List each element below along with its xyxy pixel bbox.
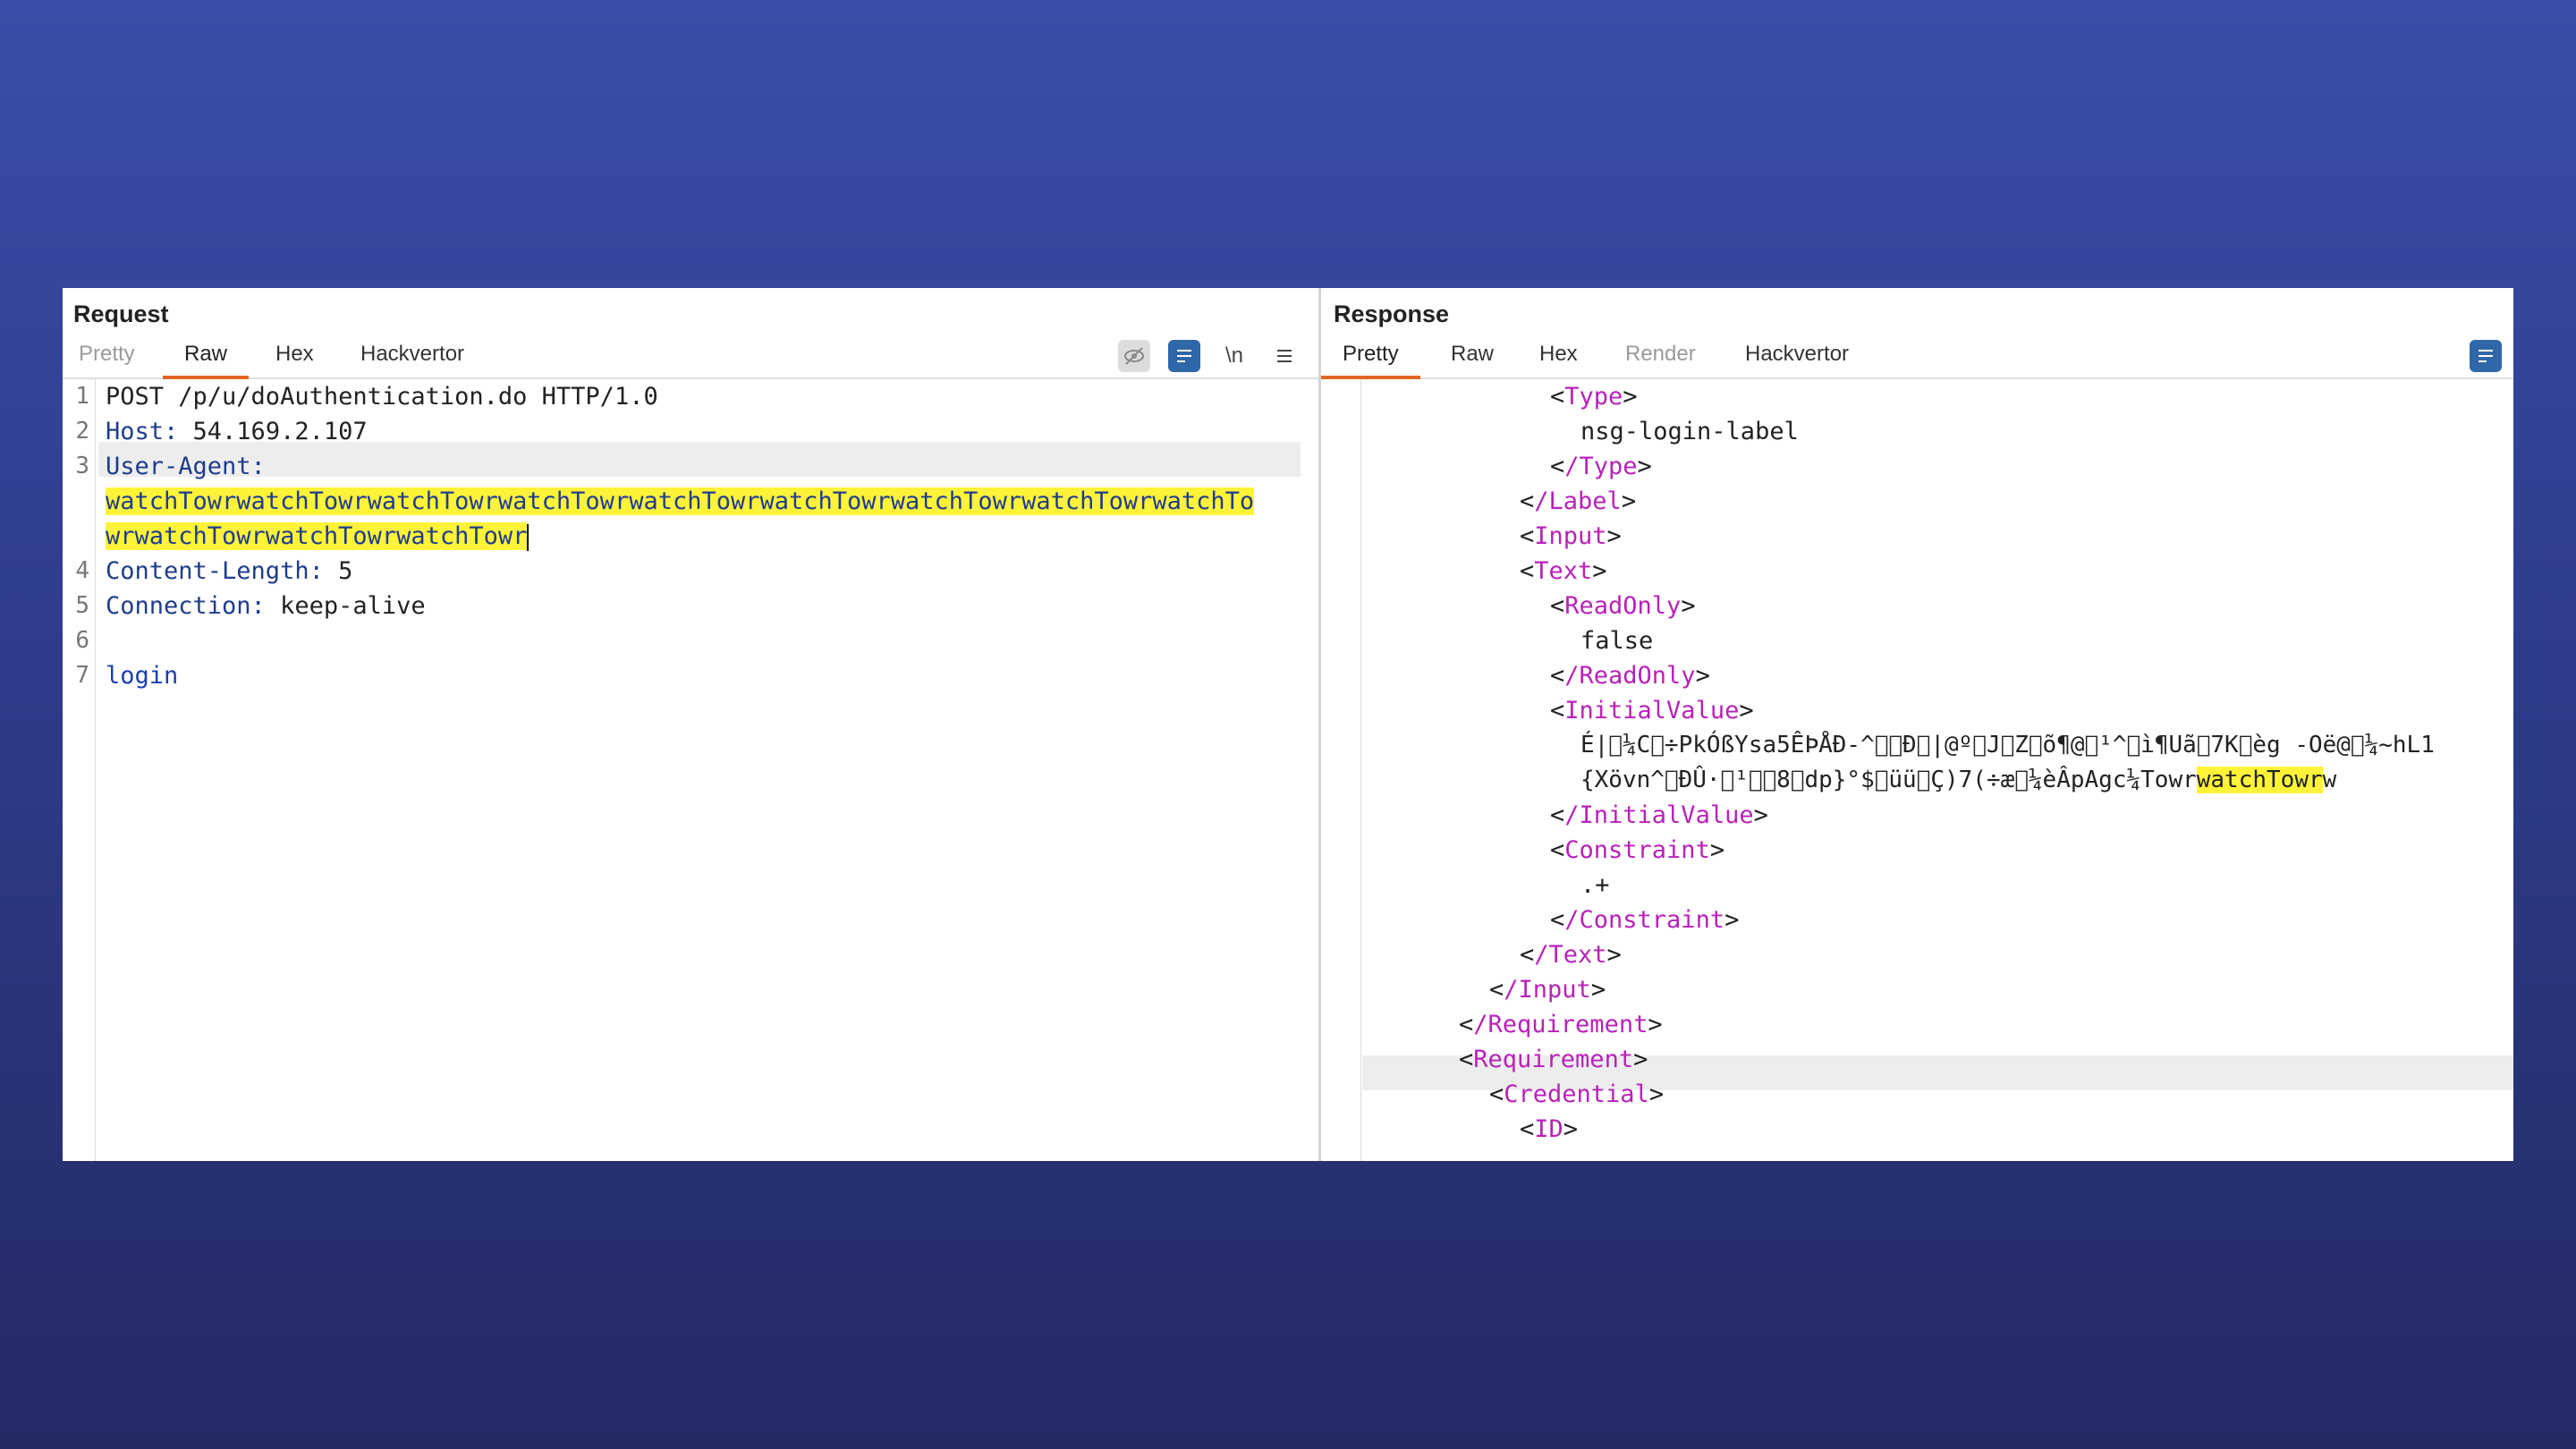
tab-raw[interactable]: Raw xyxy=(162,342,250,379)
newline-label: \n xyxy=(1224,343,1243,368)
header-value: keep-alive xyxy=(265,592,426,620)
tab-hackvertor[interactable]: Hackvertor xyxy=(360,342,464,377)
burp-editor-window: Request Pretty Raw Hex Hackvertor \n 1 2… xyxy=(63,288,2513,1161)
xml-line: </Type> xyxy=(1550,453,1652,480)
line-number: 1 xyxy=(75,383,89,410)
xml-line: <Text> xyxy=(1520,557,1607,585)
request-line: Content-Length: 5 xyxy=(106,554,352,589)
xml-line: </Text> xyxy=(1520,941,1622,969)
xml-line: </Label> xyxy=(1520,487,1637,515)
request-panel: Request Pretty Raw Hex Hackvertor \n 1 2… xyxy=(63,288,1318,1161)
request-line: Host: 54.169.2.107 xyxy=(106,414,368,449)
xml-line: nsg-login-label xyxy=(1580,418,1799,445)
xml-line: </Requirement> xyxy=(1459,1011,1663,1038)
xml-line: .+ xyxy=(1580,871,1610,899)
newline-toggle-button[interactable]: \n xyxy=(1218,340,1250,372)
line-number: 7 xyxy=(75,662,89,689)
tab-pretty[interactable]: Pretty xyxy=(1321,342,1420,379)
user-agent-value-cont: wrwatchTowrwatchTowrwatchTowr xyxy=(106,522,528,550)
xml-line: false xyxy=(1580,627,1654,655)
tab-hex[interactable]: Hex xyxy=(275,342,314,377)
wrap-icon[interactable] xyxy=(1168,340,1200,372)
xml-line: <ID> xyxy=(1520,1115,1579,1143)
header-key: Host: xyxy=(106,418,179,445)
header-key: Connection: xyxy=(106,592,266,620)
request-line: POST /p/u/doAuthentication.do HTTP/1.0 xyxy=(106,383,658,411)
header-key: User-Agent: xyxy=(106,453,266,480)
search-match: watchTowr xyxy=(2196,767,2323,793)
response-panel: Response Pretty Raw Hex Render Hackverto… xyxy=(1321,288,2513,1161)
user-agent-value: watchTowrwatchTowrwatchTowrwatchTowrwatc… xyxy=(106,487,1255,515)
tab-hackvertor[interactable]: Hackvertor xyxy=(1745,342,1849,377)
tab-pretty[interactable]: Pretty xyxy=(79,342,135,377)
xml-line: <Requirement> xyxy=(1459,1046,1648,1073)
xml-line: <Credential> xyxy=(1489,1080,1665,1108)
xml-line: </InitialValue> xyxy=(1550,801,1768,829)
line-number: 6 xyxy=(75,627,89,654)
line-gutter xyxy=(1321,379,1361,1161)
xml-line: <Constraint> xyxy=(1550,836,1725,864)
xml-line: {Xövn^ ÐÛ· ¹  8 dp}°$ üü Ç)7(÷æ ¼èÂpAgc¼… xyxy=(1580,767,2337,793)
response-editor[interactable]: <Type> nsg-login-label </Type> </Label> … xyxy=(1321,379,2513,1161)
line-number: 5 xyxy=(75,592,89,619)
request-editor[interactable]: 1 2 3 4 5 6 7 POST /p/u/doAuthentication… xyxy=(63,379,1318,1161)
tab-hex[interactable]: Hex xyxy=(1539,342,1578,377)
header-value: 5 xyxy=(323,557,353,585)
tab-raw[interactable]: Raw xyxy=(1451,342,1494,377)
wrap-icon[interactable] xyxy=(2470,340,2502,372)
tab-render[interactable]: Render xyxy=(1625,342,1696,377)
request-line: watchTowrwatchTowrwatchTowrwatchTowrwatc… xyxy=(106,484,1255,519)
header-key: Content-Length: xyxy=(106,557,324,585)
xml-line: <Type> xyxy=(1550,383,1638,411)
xml-line: <InitialValue> xyxy=(1550,697,1754,724)
line-number: 2 xyxy=(75,418,89,445)
line-number: 3 xyxy=(75,453,89,479)
request-line: User-Agent: xyxy=(106,449,266,484)
request-line: wrwatchTowrwatchTowrwatchTowr xyxy=(106,519,530,554)
xml-line: É| ¼C ÷PkÓßYsa5ÊÞÅÐ-^  Ð |@º J Z õ¶@ ¹^ … xyxy=(1580,732,2435,758)
response-title: Response xyxy=(1334,301,1450,327)
xml-line: <Input> xyxy=(1520,522,1622,550)
request-line: Connection: keep-alive xyxy=(106,589,426,623)
xml-line: </Constraint> xyxy=(1550,906,1740,934)
xml-line: </ReadOnly> xyxy=(1550,662,1710,690)
header-value: 54.169.2.107 xyxy=(178,418,368,445)
request-body: login xyxy=(106,662,179,690)
line-gutter xyxy=(63,379,96,1161)
hide-icon[interactable] xyxy=(1118,340,1150,372)
xml-line: <ReadOnly> xyxy=(1550,592,1696,620)
xml-line: </Input> xyxy=(1489,976,1606,1004)
menu-icon[interactable] xyxy=(1268,340,1301,372)
text-caret xyxy=(527,523,530,551)
line-number: 4 xyxy=(75,557,89,584)
response-tabs: Pretty Raw Hex Render Hackvertor xyxy=(1321,333,2513,379)
request-title: Request xyxy=(73,301,169,327)
